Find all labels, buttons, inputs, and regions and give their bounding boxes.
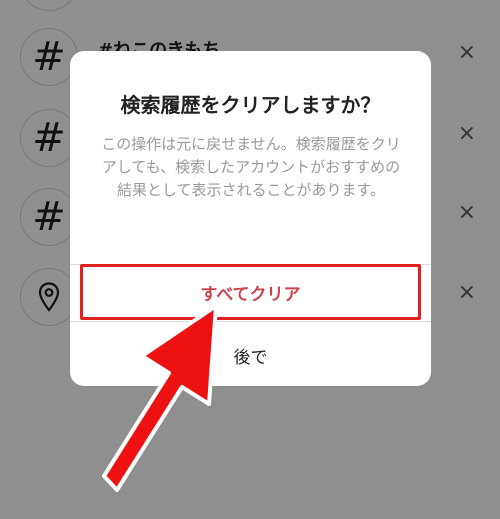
close-icon[interactable]: × (458, 123, 476, 145)
dialog-title: 検索履歴をクリアしますか？ (120, 93, 381, 117)
dialog-message: この操作は元に戻せません。検索履歴をクリアしても、検索したアカウントがおすすめの… (101, 135, 401, 199)
close-icon[interactable]: × (458, 42, 476, 64)
close-icon[interactable]: × (458, 202, 476, 224)
close-icon[interactable]: × (458, 282, 476, 304)
pointer-arrow-icon (102, 304, 218, 492)
hashtag-icon: # (20, 0, 78, 11)
